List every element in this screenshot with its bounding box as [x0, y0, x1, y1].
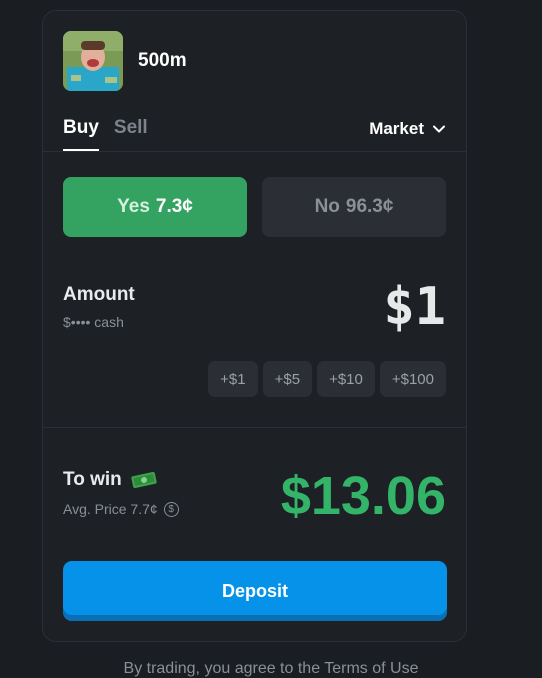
terms-text: By trading, you agree to the Terms of Us…: [123, 660, 419, 677]
deposit-button[interactable]: Deposit: [63, 561, 447, 621]
order-type-dropdown[interactable]: Market: [369, 119, 446, 139]
no-outcome-button[interactable]: No 96.3¢: [262, 177, 446, 237]
increment-button-10[interactable]: +$10: [317, 361, 375, 397]
no-label: No: [314, 196, 340, 217]
chevron-down-icon: [433, 125, 445, 133]
order-type-label: Market: [369, 119, 424, 138]
to-win-value: $13.06: [280, 466, 446, 526]
cash-balance: $•••• cash: [63, 314, 124, 330]
amount-input[interactable]: $1: [383, 277, 446, 337]
divider: [43, 427, 466, 428]
to-win-label: To win: [63, 469, 158, 491]
tab-buy[interactable]: Buy: [63, 117, 99, 151]
tab-sell[interactable]: Sell: [114, 117, 148, 151]
market-title: 500m: [138, 50, 187, 71]
dollar-info-icon[interactable]: $: [163, 501, 179, 517]
increment-button-1[interactable]: +$1: [208, 361, 258, 397]
market-header: 500m: [63, 31, 187, 91]
divider: [43, 151, 466, 152]
amount-label: Amount: [63, 284, 135, 305]
market-thumbnail: [63, 31, 123, 91]
increment-button-5[interactable]: +$5: [262, 361, 313, 397]
trade-panel: 500m Buy Sell Market Yes 7.3¢ No 96.3¢ A…: [42, 10, 467, 642]
yes-label: Yes: [117, 196, 150, 217]
increment-button-100[interactable]: +$100: [379, 361, 446, 397]
yes-outcome-button[interactable]: Yes 7.3¢: [63, 177, 247, 237]
no-price: 96.3¢: [345, 196, 394, 217]
avg-price-text: Avg. Price 7.7¢: [63, 501, 158, 517]
buy-sell-tabs: Buy Sell: [63, 117, 148, 151]
money-icon: [131, 472, 157, 488]
increment-buttons: +$1 +$5 +$10 +$100: [208, 361, 446, 397]
to-win-text: To win: [63, 469, 122, 490]
yes-price: 7.3¢: [155, 196, 193, 217]
avg-price: Avg. Price 7.7¢ $: [63, 501, 179, 517]
